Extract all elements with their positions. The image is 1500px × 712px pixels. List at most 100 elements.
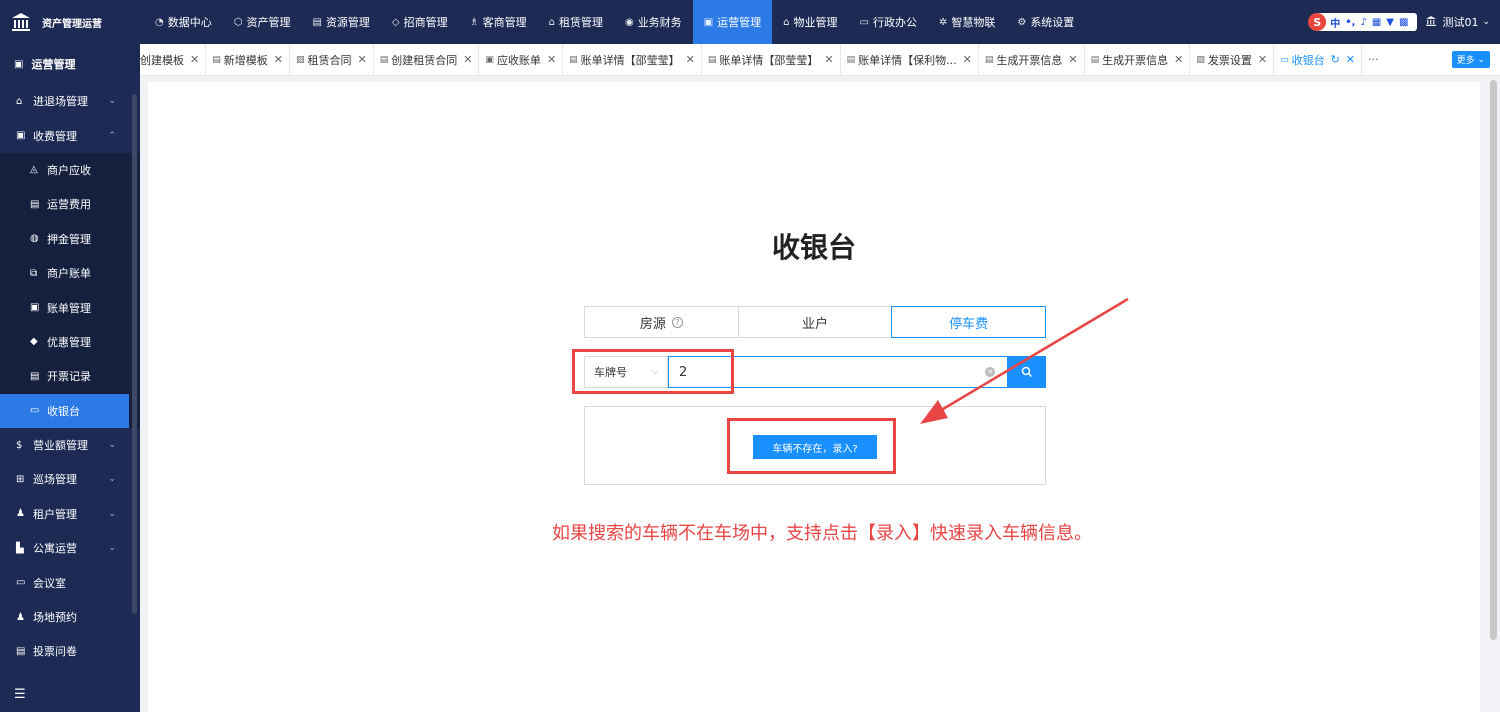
chevron-down-icon: ⌄: [108, 474, 116, 485]
page-tab[interactable]: ▨ 租赁合同 ✕: [290, 43, 374, 76]
topnav-item[interactable]: ⬡ 资产管理: [223, 0, 302, 44]
close-icon[interactable]: ✕: [190, 53, 199, 66]
close-icon[interactable]: ✕: [463, 53, 472, 66]
page-tab[interactable]: 创建模板 ✕: [140, 43, 207, 76]
coin-icon: ◉: [624, 16, 634, 28]
close-icon[interactable]: ✕: [357, 53, 366, 66]
page-tab[interactable]: ▤ 账单详情【邵莹莹】 ✕: [702, 43, 841, 76]
tab-icon: ▤: [379, 54, 389, 65]
sidebar-item[interactable]: ▤ 开票记录: [0, 359, 140, 393]
shirt-icon: ▼: [1386, 16, 1394, 28]
sidebar-item[interactable]: ▭ 收银台: [0, 393, 129, 428]
sidebar-item[interactable]: ▭ 会议室: [0, 565, 140, 599]
sidebar-item-label: 营业额管理: [33, 439, 88, 453]
page-tab[interactable]: ▤ 账单详情【保利物... ✕: [841, 43, 979, 76]
sidebar-item[interactable]: ◬ 商户应收: [0, 153, 140, 187]
tab-icon: ▤: [1090, 54, 1100, 65]
sidebar-item[interactable]: ♟ 租户管理 ⌄: [0, 497, 140, 531]
sidebar-item[interactable]: ♟ 场地预约: [0, 600, 140, 634]
sidebar-item[interactable]: $ 营业额管理 ⌄: [0, 428, 140, 462]
sidebar-item[interactable]: ⊞ 巡场管理 ⌄: [0, 462, 140, 496]
menu-item-icon: ▭: [30, 405, 40, 417]
topnav-item[interactable]: ▭ 行政办公: [849, 0, 928, 44]
topnav-item[interactable]: ✲ 智慧物联: [928, 0, 1006, 44]
sidebar-scrollbar[interactable]: [132, 94, 137, 614]
close-icon[interactable]: ✕: [1258, 53, 1267, 66]
cube-icon: ⬡: [233, 16, 243, 28]
page-tab[interactable]: ▤ 账单详情【邵莹莹】 ✕: [563, 43, 702, 76]
refresh-icon[interactable]: ↻: [1331, 53, 1340, 66]
topnav-item[interactable]: ⌂ 物业管理: [772, 0, 848, 44]
topnav-item[interactable]: ◇ 招商管理: [381, 0, 459, 44]
tab-icon: ▤: [984, 54, 994, 65]
page-tab[interactable]: ▤ 新增模板 ✕: [206, 43, 290, 76]
ime-toolbar[interactable]: S 中 •, ♪ ▦ ▼ ▩: [1308, 13, 1418, 31]
sidebar-item[interactable]: ▣ 收费管理 ⌃: [0, 118, 140, 152]
menu-item-icon: ▤: [30, 198, 40, 210]
sidebar-item[interactable]: ▤ 运营费用: [0, 187, 140, 221]
close-icon[interactable]: ✕: [1174, 53, 1183, 66]
page-tab[interactable]: ▤ 创建租赁合同 ✕: [374, 43, 480, 76]
page-tab[interactable]: ▣ 应收账单 ✕: [479, 43, 564, 76]
topnav-label: 行政办公: [872, 16, 917, 29]
topnav-item[interactable]: ◉ 业务财务: [614, 0, 693, 44]
user-menu[interactable]: 测试01 ⌄: [1425, 14, 1490, 30]
user-bank-icon: [1425, 15, 1437, 30]
iot-icon: ✲: [938, 16, 948, 28]
collapse-menu-icon[interactable]: ☰: [14, 687, 26, 702]
menu-item-icon: ▙: [16, 542, 24, 554]
page-tab[interactable]: ▭ 收银台 ↻ ✕: [1274, 43, 1363, 76]
sogou-icon: S: [1308, 13, 1327, 31]
topnav-item[interactable]: ▣ 运营管理: [692, 0, 773, 44]
more-tabs-ellipsis-icon[interactable]: ···: [1368, 53, 1379, 66]
brand-name: 资产管理运营: [42, 18, 102, 30]
topnav-item[interactable]: ♗ 客商管理: [459, 0, 538, 44]
topnav-label: 资产管理: [246, 16, 291, 29]
sidebar-item[interactable]: ▣ 账单管理: [0, 290, 140, 324]
dashboard-icon: ◔: [155, 16, 164, 28]
sidebar: ▣ 运营管理 ⌂ 进退场管理 ⌄ ▣ 收费管理 ⌃ ◬ 商户应收 ▤ 运营费用 ◍ 押金管理 ⧉ 商户账…: [0, 44, 140, 712]
sidebar-item[interactable]: ◆ 优惠管理: [0, 325, 140, 359]
topnav-item[interactable]: ⚙ 系统设置: [1006, 0, 1085, 44]
close-icon[interactable]: ✕: [963, 53, 972, 66]
page-tab[interactable]: ▤ 生成开票信息 ✕: [1085, 43, 1191, 76]
topnav-item[interactable]: ▤ 资源管理: [301, 0, 380, 44]
brand[interactable]: 资产管理运营: [0, 0, 140, 44]
close-icon[interactable]: ✕: [824, 53, 833, 66]
ops-icon: ▣: [14, 58, 24, 70]
sidebar-item-label: 账单管理: [47, 301, 91, 315]
sidebar-section-title: ▣ 运营管理: [0, 44, 140, 84]
page-tab[interactable]: ▤ 生成开票信息 ✕: [979, 43, 1085, 76]
page-tab[interactable]: ▨ 发票设置 ✕: [1190, 43, 1275, 76]
sidebar-item[interactable]: ⌂ 进退场管理 ⌄: [0, 84, 140, 118]
topnav-item[interactable]: ◔ 数据中心: [144, 0, 223, 44]
office-icon: ▭: [859, 16, 869, 28]
sidebar-item[interactable]: ▙ 公寓运营 ⌄: [0, 531, 140, 565]
menu-item-icon: $: [16, 439, 23, 451]
menu-item-icon: ▭: [16, 577, 26, 589]
mic-icon: ♪: [1360, 16, 1367, 28]
close-icon[interactable]: ✕: [1068, 53, 1077, 66]
sidebar-item[interactable]: ⧉ 商户账单: [0, 256, 140, 290]
tab-label: 账单详情【邵莹莹】: [580, 53, 680, 67]
annotation-arrow: [920, 297, 1129, 424]
settings-icon: ⚙: [1017, 16, 1027, 28]
sidebar-item-label: 押金管理: [47, 232, 91, 246]
chevron-down-icon: ⌄: [108, 508, 116, 519]
close-icon[interactable]: ✕: [1346, 53, 1355, 66]
sidebar-item[interactable]: ◍ 押金管理: [0, 222, 140, 256]
tab-icon: ▨: [1196, 54, 1205, 65]
tab-bar: 创建模板 ✕ ▤ 新增模板 ✕ ▨ 租赁合同 ✕ ▤ 创建租赁合同 ✕ ▣ 应收账单 ✕ ▤ 账单详情【邵莹莹…: [140, 43, 1500, 76]
close-icon[interactable]: ✕: [274, 53, 283, 66]
topnav-item[interactable]: ⌂ 租赁管理: [538, 0, 614, 44]
content-scrollbar[interactable]: [1490, 80, 1497, 640]
tab-icon: ▨: [295, 54, 305, 65]
sidebar-item-label: 租户管理: [33, 507, 77, 521]
more-tabs-button[interactable]: 更多 ⌄: [1451, 51, 1490, 68]
topnav-label: 系统设置: [1030, 16, 1075, 29]
menu-item-icon: ♟: [16, 611, 25, 623]
sidebar-item[interactable]: ▤ 投票问卷: [0, 634, 140, 668]
close-icon[interactable]: ✕: [547, 53, 556, 66]
chevron-down-icon: ⌄: [108, 543, 116, 554]
close-icon[interactable]: ✕: [686, 53, 695, 66]
